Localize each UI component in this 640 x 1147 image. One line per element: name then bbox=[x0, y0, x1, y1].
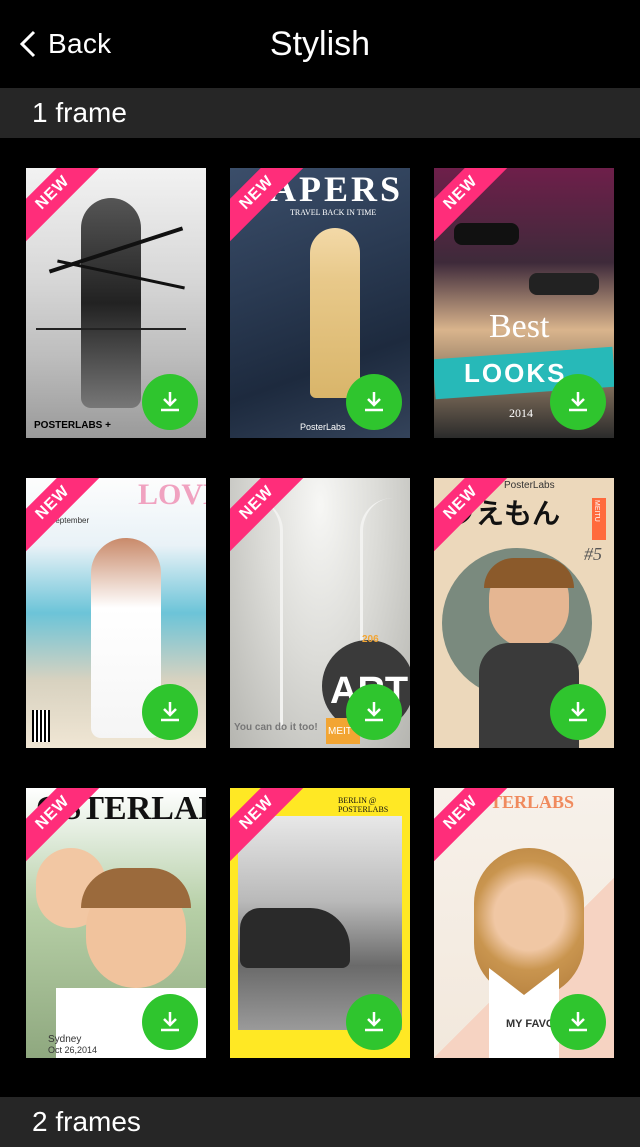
poster-text: #5 bbox=[584, 544, 602, 564]
poster-text: PosterLabs bbox=[300, 422, 346, 432]
download-icon bbox=[365, 392, 383, 412]
nav-bar: Back Stylish bbox=[0, 0, 640, 88]
poster-text: BERLIN @ POSTERLABS bbox=[338, 796, 389, 814]
download-button[interactable] bbox=[142, 684, 198, 740]
poster-text: You can do it too! bbox=[234, 722, 318, 733]
poster-card[interactable]: POSTERLABS + NEW bbox=[26, 168, 206, 438]
poster-card[interactable]: TERLABS MY FAVO NEW bbox=[434, 788, 614, 1058]
section-label: 2 frames bbox=[32, 1106, 141, 1137]
section-header-1-frame: 1 frame bbox=[0, 88, 640, 138]
download-icon bbox=[365, 1012, 383, 1032]
poster-card[interactable]: Best LOOKS 2014 NEW bbox=[434, 168, 614, 438]
poster-card[interactable]: PosterLabs ラえもん MEITU #5 NEW bbox=[434, 478, 614, 748]
download-button[interactable] bbox=[346, 374, 402, 430]
download-button[interactable] bbox=[142, 374, 198, 430]
download-icon bbox=[569, 392, 587, 412]
poster-text: LOVE bbox=[138, 478, 206, 511]
download-icon bbox=[161, 1012, 179, 1032]
poster-text: LOOKS bbox=[464, 358, 567, 388]
poster-text: TRAVEL BACK IN TIME bbox=[290, 208, 377, 217]
download-button[interactable] bbox=[346, 684, 402, 740]
poster-text: MEITU bbox=[593, 500, 600, 522]
download-icon bbox=[365, 702, 383, 722]
download-icon bbox=[569, 702, 587, 722]
poster-card[interactable]: BERLIN @ POSTERLABS NEW bbox=[230, 788, 410, 1058]
download-button[interactable] bbox=[346, 994, 402, 1050]
section-header-2-frames: 2 frames bbox=[0, 1097, 640, 1147]
download-icon bbox=[569, 1012, 587, 1032]
download-button[interactable] bbox=[550, 374, 606, 430]
poster-text: MY FAVO bbox=[506, 1018, 555, 1030]
page-title: Stylish bbox=[269, 25, 371, 63]
poster-text: Oct 26,2014 bbox=[48, 1045, 98, 1055]
poster-text: TERLABS bbox=[490, 792, 575, 812]
poster-card[interactable]: APERS TRAVEL BACK IN TIME PosterLabs NEW bbox=[230, 168, 410, 438]
poster-text: Best bbox=[489, 308, 550, 345]
download-button[interactable] bbox=[142, 994, 198, 1050]
download-icon bbox=[161, 392, 179, 412]
poster-text: 206 bbox=[362, 634, 379, 645]
poster-card[interactable]: 206 ART You can do it too! MEIT NEW bbox=[230, 478, 410, 748]
download-button[interactable] bbox=[550, 684, 606, 740]
section-label: 1 frame bbox=[32, 97, 127, 128]
poster-card[interactable]: LOVE 014 September NEW bbox=[26, 478, 206, 748]
download-button[interactable] bbox=[550, 994, 606, 1050]
poster-text: PosterLabs bbox=[504, 480, 555, 491]
download-icon bbox=[161, 702, 179, 722]
poster-text: MEIT bbox=[328, 726, 352, 737]
poster-text: 2014 bbox=[509, 406, 533, 420]
poster-text: POSTERLABS + bbox=[34, 420, 111, 431]
poster-card[interactable]: OSTERLABS Sydney Oct 26,2014 NEW bbox=[26, 788, 206, 1058]
poster-text: Sydney bbox=[48, 1034, 82, 1045]
